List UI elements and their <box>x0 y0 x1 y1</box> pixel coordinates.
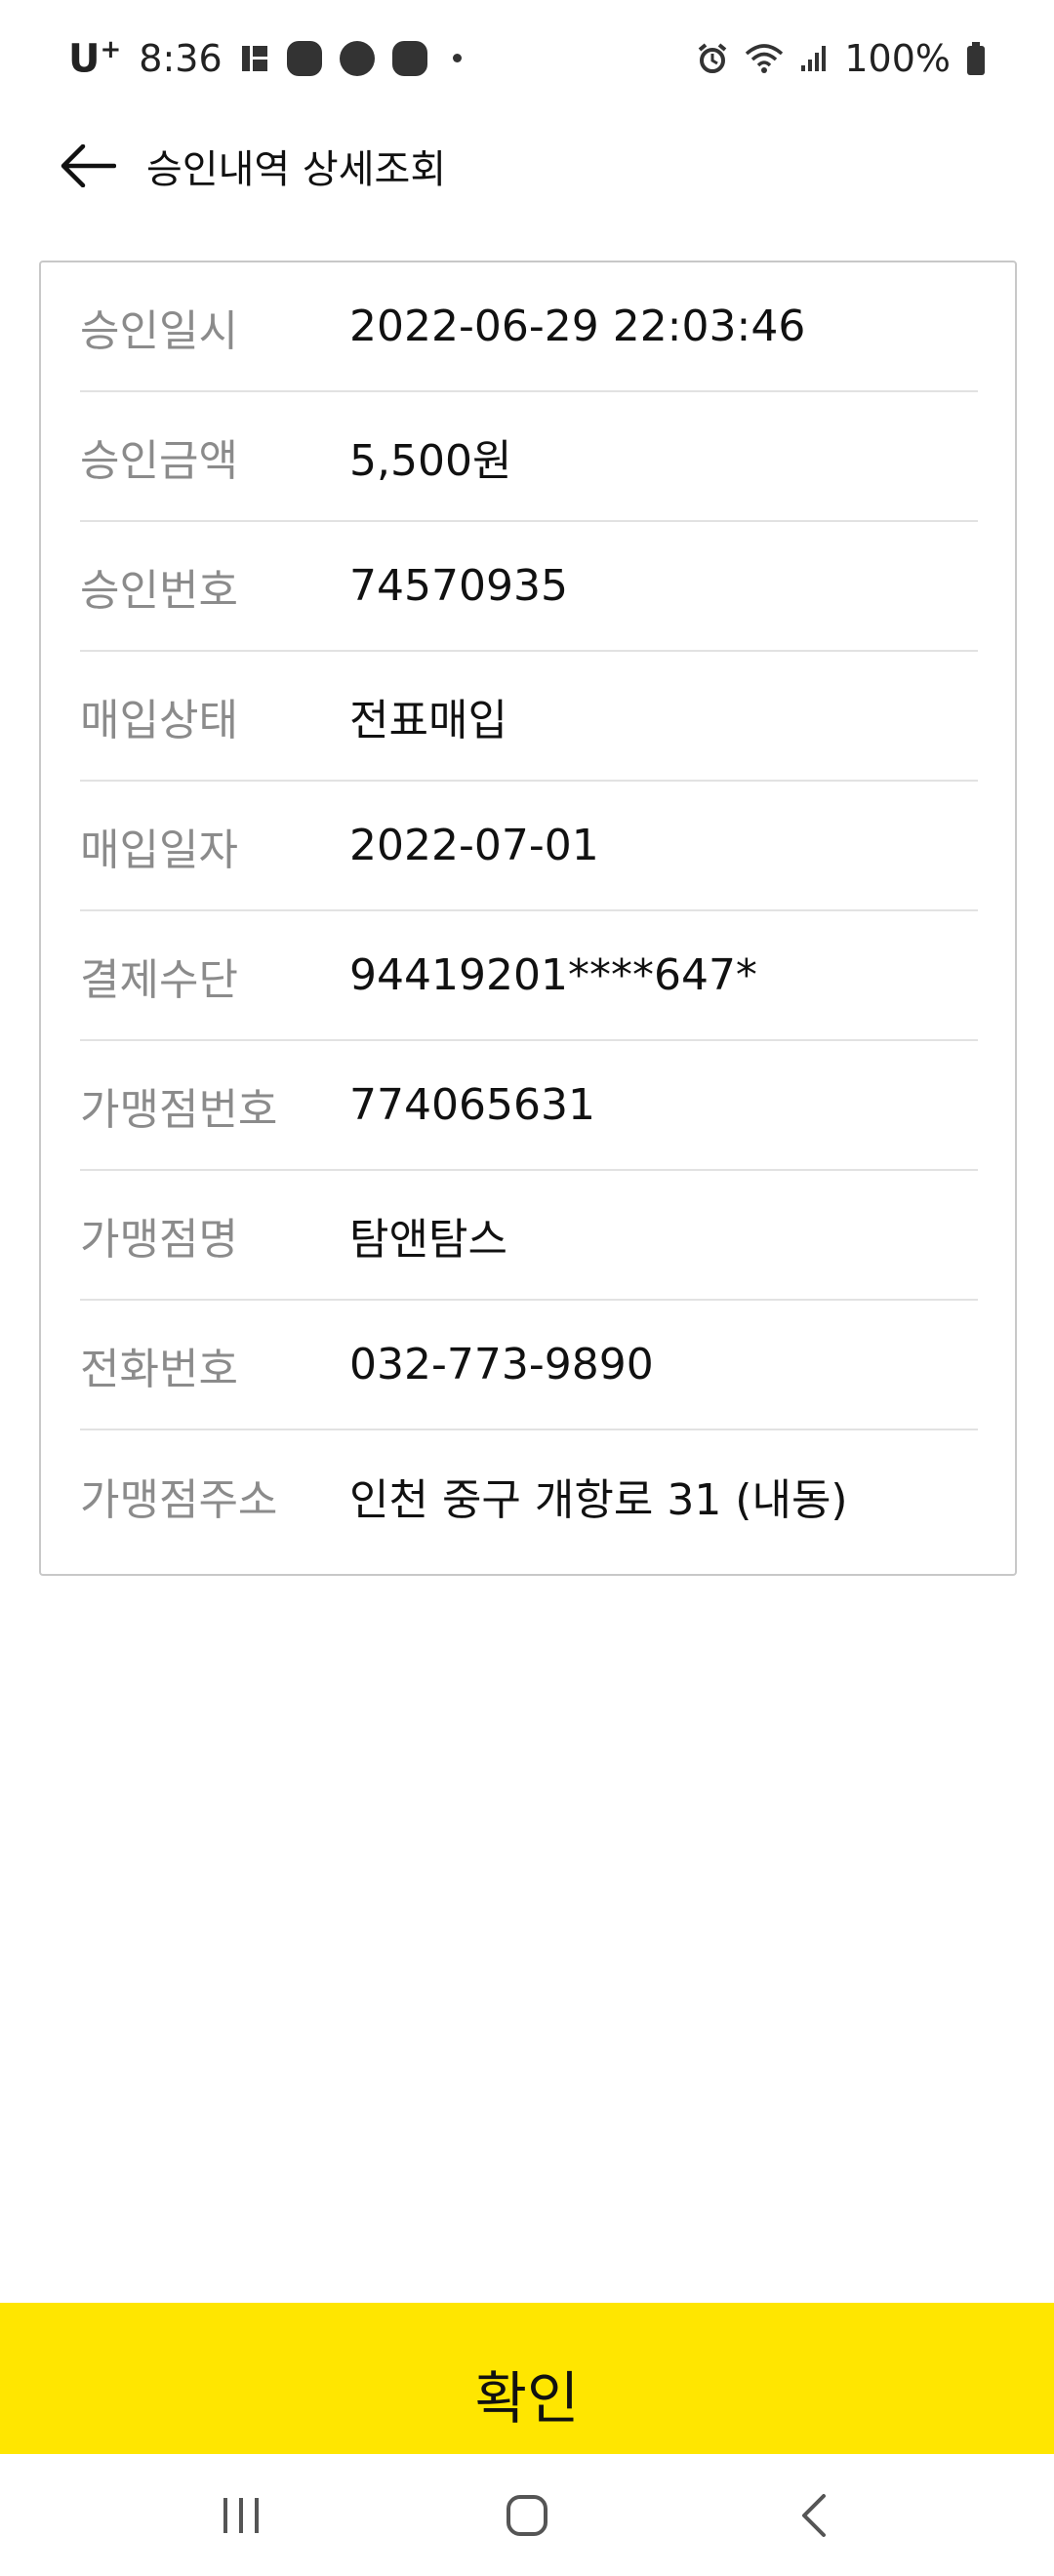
app-notification-icon-2 <box>391 40 427 76</box>
detail-label: 결제수단 <box>80 954 238 1005</box>
home-button[interactable] <box>468 2467 586 2564</box>
detail-label: 가맹점명 <box>80 1214 238 1265</box>
signal-icon <box>799 44 829 73</box>
home-icon <box>506 2494 547 2536</box>
detail-label: 매입상태 <box>80 695 238 745</box>
detail-value: 인천 중구 개항로 31 (내동) <box>349 1474 848 1525</box>
detail-value: 94419201****647* <box>349 950 757 1000</box>
carrier-sup: + <box>100 35 122 65</box>
approval-details-card: 승인일시 2022-06-29 22:03:46 승인금액 5,500원승인번호 745… <box>39 261 1017 1576</box>
app-notification-icon <box>286 40 322 76</box>
detail-value: 전표매입 <box>349 695 507 745</box>
screen: U+ 8:36 100% 승인내역 상세조회 승인일시 2022-06-29 2… <box>0 0 1054 2576</box>
carrier-label: U+ <box>68 35 121 81</box>
detail-row: 매입일자 2022-07-01 <box>80 782 978 911</box>
detail-value: 2022-06-29 22:03:46 <box>349 302 806 351</box>
detail-label: 승인번호 <box>80 565 238 616</box>
detail-row: 매입상태 전표매입 <box>80 652 978 782</box>
page-title: 승인내역 상세조회 <box>146 147 447 192</box>
detail-label: 가맹점번호 <box>80 1084 278 1135</box>
detail-value: 탐앤탐스 <box>349 1214 507 1265</box>
detail-row: 승인금액 5,500원 <box>80 392 978 522</box>
alarm-icon <box>696 42 729 75</box>
detail-label: 전화번호 <box>80 1344 238 1394</box>
status-right: 100% <box>696 37 986 80</box>
detail-label: 가맹점주소 <box>80 1474 278 1525</box>
detail-row: 가맹점번호 774065631 <box>80 1041 978 1171</box>
arrow-left-icon <box>61 144 116 187</box>
detail-label: 승인금액 <box>80 435 238 486</box>
more-notifications-dot <box>452 54 462 63</box>
nav-back-button[interactable] <box>754 2467 872 2564</box>
confirm-button[interactable]: 확인 <box>0 2303 1054 2454</box>
wifi-icon <box>745 42 784 75</box>
detail-value: 032-773-9890 <box>349 1340 654 1389</box>
detail-value: 5,500원 <box>349 435 512 486</box>
detail-value: 74570935 <box>349 561 568 611</box>
detail-row: 승인번호 74570935 <box>80 522 978 652</box>
detail-row: 승인일시 2022-06-29 22:03:46 <box>80 262 978 392</box>
carrier-text: U <box>68 36 101 82</box>
detail-label: 매입일자 <box>80 825 238 875</box>
status-left: U+ 8:36 <box>68 35 462 82</box>
detail-row: 가맹점명 탐앤탐스 <box>80 1171 978 1301</box>
battery-icon <box>966 42 986 75</box>
status-bar: U+ 8:36 100% <box>0 0 1054 117</box>
detail-value: 2022-07-01 <box>349 821 599 870</box>
detail-value: 774065631 <box>349 1080 595 1130</box>
recents-icon <box>223 2497 259 2533</box>
status-time: 8:36 <box>139 36 223 80</box>
detail-row: 결제수단 94419201****647* <box>80 911 978 1041</box>
detail-row: 전화번호 032-773-9890 <box>80 1301 978 1430</box>
detail-label: 승인일시 <box>80 305 238 356</box>
cat-notification-icon <box>339 40 375 76</box>
recents-button[interactable] <box>182 2467 300 2564</box>
battery-percent: 100% <box>844 37 951 80</box>
system-nav-bar <box>0 2454 1054 2576</box>
chevron-left-icon <box>802 2493 827 2537</box>
app-header: 승인내역 상세조회 <box>0 117 1054 215</box>
back-button[interactable] <box>39 117 137 215</box>
detail-row: 가맹점주소 인천 중구 개항로 31 (내동) <box>80 1430 978 1560</box>
grid-notification-icon <box>240 44 269 73</box>
